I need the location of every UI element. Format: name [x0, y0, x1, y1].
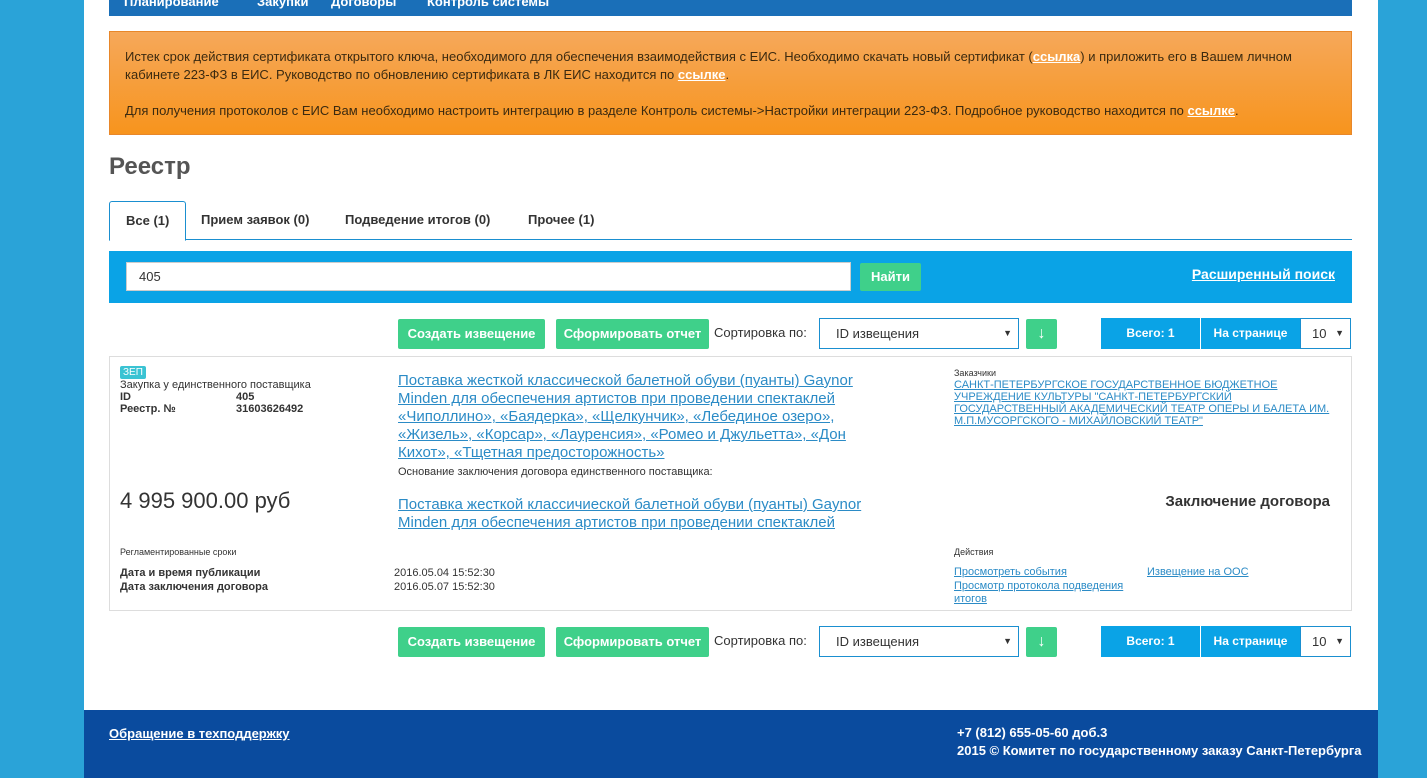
toolbar-bottom: Создать извещение Сформировать отчет Сор… — [84, 626, 1378, 658]
warning-alert: Истек срок действия сертификата открытог… — [109, 31, 1352, 135]
support-link[interactable]: Обращение в техподдержку — [109, 726, 290, 741]
procurement-badge: ЗЕП — [120, 366, 146, 379]
create-notice-button[interactable]: Создать извещение — [398, 627, 545, 657]
search-input[interactable] — [126, 262, 851, 291]
tab-accepting-applications[interactable]: Прием заявок (0) — [185, 201, 325, 240]
contract-date-label: Дата заключения договора — [120, 581, 268, 593]
toolbar-top: Создать извещение Сформировать отчет Сор… — [84, 318, 1378, 350]
footer-phone: +7 (812) 655-05-60 доб.3 — [957, 725, 1108, 740]
total-count: Всего: 1 — [1101, 626, 1200, 657]
procurement-type: Закупка у единственного поставщика — [120, 379, 311, 391]
certificate-guide-link[interactable]: ссылке — [678, 67, 726, 82]
certificate-download-link[interactable]: ссылка — [1033, 49, 1081, 64]
nav-item-planning[interactable]: Планирование — [124, 0, 219, 9]
actions-label: Действия — [954, 547, 994, 557]
tab-all[interactable]: Все (1) — [109, 201, 187, 241]
tab-summarizing[interactable]: Подведение итогов (0) — [329, 201, 506, 240]
publication-date-value: 2016.05.04 15:52:30 — [394, 567, 495, 579]
arrow-down-icon: ↓ — [1037, 633, 1046, 650]
per-page-label: На странице — [1201, 626, 1300, 657]
footer-copyright: 2015 © Комитет по государственному заказ… — [957, 743, 1362, 758]
arrow-down-icon: ↓ — [1037, 325, 1046, 342]
sort-label: Сортировка по: — [714, 325, 807, 340]
sort-select[interactable]: ID извещения ▼ — [819, 318, 1019, 349]
create-notice-button[interactable]: Создать извещение — [398, 319, 545, 349]
find-button[interactable]: Найти — [860, 263, 921, 291]
generate-report-button[interactable]: Сформировать отчет — [556, 627, 709, 657]
per-page-select[interactable]: 10 ▼ — [1300, 318, 1351, 349]
alert-certificate-text: Истек срок действия сертификата открытог… — [125, 49, 1292, 82]
nav-item-contracts[interactable]: Договоры — [331, 0, 396, 9]
sort-direction-button[interactable]: ↓ — [1026, 627, 1057, 657]
basis-label: Основание заключения договора единственн… — [398, 466, 713, 478]
per-page-label: На странице — [1201, 318, 1300, 349]
dropdown-caret-icon: ▼ — [1003, 328, 1012, 338]
sort-label: Сортировка по: — [714, 633, 807, 648]
registry-tabs: Все (1) Прием заявок (0) Подведение итог… — [109, 201, 1352, 241]
basis-title-link[interactable]: Поставка жесткой классичиеской балетной … — [398, 496, 898, 532]
status-text: Заключение договора — [1165, 493, 1330, 510]
alert-integration-text: Для получения протоколов с ЕИС Вам необх… — [125, 103, 1239, 118]
integration-guide-link[interactable]: ссылке — [1187, 103, 1235, 118]
top-navigation: Планирование Закупки Договоры Контроль с… — [109, 0, 1352, 16]
dropdown-caret-icon: ▼ — [1335, 328, 1344, 338]
terms-label: Регламентированные сроки — [120, 547, 237, 557]
nav-item-purchases[interactable]: Закупки — [257, 0, 308, 9]
advanced-search-link[interactable]: Расширенный поиск — [1192, 266, 1335, 282]
generate-report-button[interactable]: Сформировать отчет — [556, 319, 709, 349]
sort-select[interactable]: ID извещения ▼ — [819, 626, 1019, 657]
tab-other[interactable]: Прочее (1) — [512, 201, 610, 240]
publication-date-label: Дата и время публикации — [120, 567, 261, 579]
registry-number: Реестр. № 31603626492 — [120, 403, 304, 415]
registry-record-card: ЗЕП Закупка у единственного поставщика I… — [109, 356, 1352, 611]
nav-item-system-control[interactable]: Контроль системы — [427, 0, 549, 9]
total-count: Всего: 1 — [1101, 318, 1200, 349]
footer: Обращение в техподдержку +7 (812) 655-05… — [84, 710, 1378, 778]
oos-notice-link[interactable]: Извещение на ООС — [1147, 566, 1249, 579]
dropdown-caret-icon: ▼ — [1003, 636, 1012, 646]
procurement-title-link[interactable]: Поставка жесткой классической балетной о… — [398, 372, 898, 462]
sort-direction-button[interactable]: ↓ — [1026, 319, 1057, 349]
search-bar: Найти Расширенный поиск — [109, 251, 1352, 303]
view-events-link[interactable]: Просмотреть события — [954, 566, 1067, 579]
customers-label: Заказчики — [954, 368, 996, 378]
contract-date-value: 2016.05.07 15:52:30 — [394, 581, 495, 593]
page-container: Планирование Закупки Договоры Контроль с… — [84, 0, 1378, 778]
price-value: 4 995 900.00 руб — [120, 488, 291, 513]
page-title: Реестр — [109, 153, 191, 180]
per-page-select[interactable]: 10 ▼ — [1300, 626, 1351, 657]
dropdown-caret-icon: ▼ — [1335, 636, 1344, 646]
record-id: ID 405 — [120, 391, 255, 403]
view-protocol-link[interactable]: Просмотр протокола подведения итогов — [954, 580, 1139, 606]
customer-link[interactable]: САНКТ-ПЕТЕРБУРГСКОЕ ГОСУДАРСТВЕННОЕ БЮДЖ… — [954, 379, 1344, 427]
